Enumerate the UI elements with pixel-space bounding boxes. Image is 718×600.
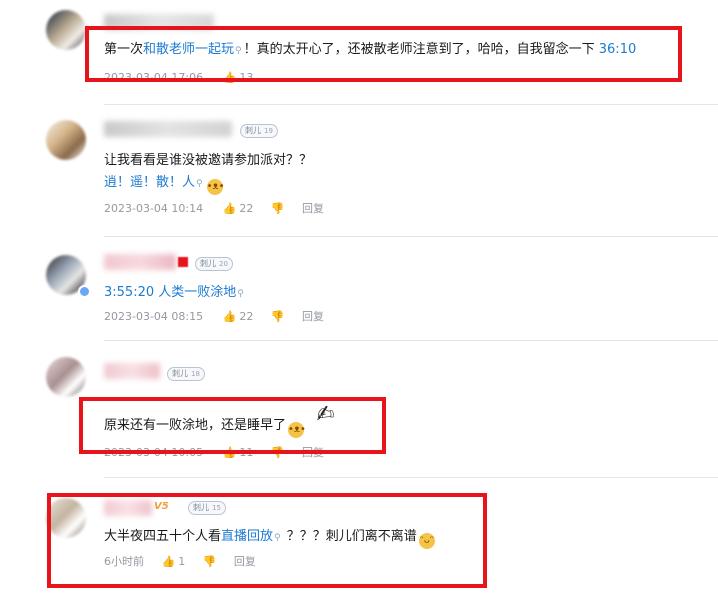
username-blurred[interactable] bbox=[104, 363, 160, 379]
like-count: 22 bbox=[239, 310, 254, 323]
thumb-up-icon[interactable]: 👍 bbox=[223, 310, 237, 324]
comment-text: 3:55:20 人类一败涂地⚲ bbox=[104, 284, 246, 303]
thumb-down-icon[interactable]: 👎 bbox=[271, 202, 285, 216]
avatar[interactable] bbox=[46, 357, 86, 397]
highlight-box bbox=[47, 493, 487, 588]
comment-text: 让我看看是谁没被邀请参加派对？？ bbox=[104, 153, 313, 168]
divider bbox=[104, 236, 718, 237]
flag-icon bbox=[178, 257, 188, 267]
level-badge: 刺儿 20 bbox=[195, 257, 233, 271]
comment-text-line2: 逍！遥！散！人⚲ •ᴥ• bbox=[104, 174, 224, 195]
thumb-up-icon[interactable]: 👍 bbox=[223, 202, 237, 216]
divider bbox=[104, 477, 718, 478]
reply-button[interactable]: 回复 bbox=[302, 310, 324, 324]
timestamp-link[interactable]: 3:55:20 bbox=[104, 285, 154, 300]
level-badge: 刺儿 18 bbox=[167, 367, 205, 381]
avatar[interactable] bbox=[46, 120, 86, 160]
comment-meta: 2023-03-04 10:14 👍 22 👎 回复 bbox=[104, 202, 324, 216]
comment-meta: 2023-03-04 08:15 👍 22 👎 回复 bbox=[104, 310, 324, 324]
search-icon: ⚲ bbox=[237, 289, 244, 299]
thumb-down-icon[interactable]: 👎 bbox=[271, 310, 285, 324]
comment-time: 2023-03-04 08:15 bbox=[104, 310, 204, 323]
search-icon: ⚲ bbox=[196, 179, 203, 189]
divider bbox=[104, 104, 718, 105]
username-blurred[interactable] bbox=[104, 121, 232, 137]
highlight-box bbox=[79, 397, 386, 454]
level-badge: 刺儿 19 bbox=[240, 124, 278, 138]
comment-time: 2023-03-04 10:14 bbox=[104, 202, 204, 215]
reply-button[interactable]: 回复 bbox=[302, 202, 324, 216]
divider bbox=[104, 340, 718, 341]
like-count: 22 bbox=[239, 202, 254, 215]
highlight-box bbox=[85, 26, 682, 82]
avatar[interactable] bbox=[46, 10, 86, 50]
search-link[interactable]: 逍！遥！散！人 bbox=[104, 175, 195, 190]
verified-badge-icon bbox=[78, 285, 91, 298]
dog-emoji-icon: •ᴥ• bbox=[206, 179, 224, 195]
username-blurred[interactable] bbox=[104, 254, 176, 270]
search-link[interactable]: 人类一败涂地 bbox=[154, 285, 236, 300]
